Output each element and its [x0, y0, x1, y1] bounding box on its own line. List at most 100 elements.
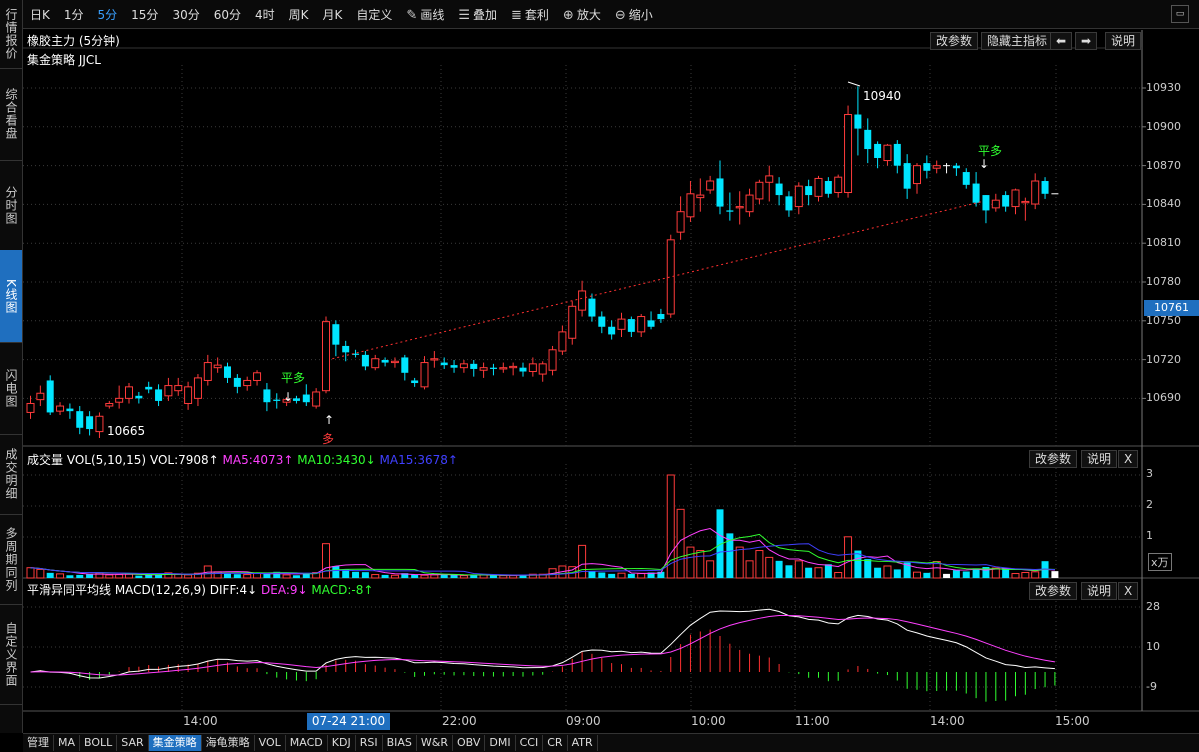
indicator-tab[interactable]: VOL: [255, 735, 286, 751]
candle-down: [775, 183, 783, 196]
indicator-tab[interactable]: RSI: [356, 735, 383, 751]
volume-bar: [794, 560, 803, 579]
indicator-tab[interactable]: BOLL: [80, 735, 118, 751]
indicator-tab[interactable]: CCI: [516, 735, 544, 751]
hide-main-indicator-button[interactable]: 隐藏主指标: [981, 32, 1054, 50]
macd-diff-line: [30, 608, 1055, 679]
candle-up: [686, 193, 695, 218]
macd-value: MACD:-8↑: [311, 583, 374, 597]
candle-up: [459, 363, 468, 369]
candle-down: [145, 386, 153, 390]
volume-tick: 2: [1146, 498, 1153, 511]
strategy-label: 集金策略 JJCL: [27, 53, 101, 67]
volume-bar: [46, 572, 54, 578]
candle-down: [923, 163, 931, 171]
candle-down: [76, 411, 84, 428]
flat-long-signal: 平多: [281, 371, 306, 385]
volume-bar: [95, 572, 104, 579]
candle-down: [86, 416, 94, 430]
main-params-button[interactable]: 改参数: [930, 32, 979, 50]
volume-bar: [282, 574, 291, 579]
volume-bar: [115, 574, 124, 579]
low-price-label: 10665: [107, 424, 146, 438]
time-tick: 10:00: [691, 714, 726, 728]
crosshair-time-label: 07-24 21:00: [307, 713, 390, 730]
volume-bar: [735, 546, 744, 579]
volume-bar: [608, 573, 616, 578]
indicator-tab[interactable]: OBV: [453, 735, 486, 751]
volume-bar: [135, 575, 143, 578]
indicator-tab[interactable]: 集金策略: [148, 735, 202, 751]
indicator-tab[interactable]: ATR: [568, 735, 598, 751]
indicator-tab[interactable]: 管理: [23, 735, 54, 751]
volume-bar: [352, 571, 360, 578]
volume-bar: [233, 574, 241, 578]
volume-bar: [105, 574, 114, 579]
candle-down: [332, 324, 340, 345]
volume-bar: [430, 574, 439, 579]
indicator-tab[interactable]: CR: [543, 735, 568, 751]
candle-up: [253, 372, 262, 381]
candle-down: [824, 181, 832, 194]
prev-indicator-icon[interactable]: ⬅: [1050, 32, 1073, 50]
volume-bar: [814, 567, 823, 579]
candle-down: [657, 313, 665, 320]
volume-bar: [913, 571, 921, 579]
indicator-tab[interactable]: SAR: [117, 735, 149, 751]
candle-up: [932, 165, 941, 169]
price-tick: 10900: [1146, 119, 1181, 133]
candle-down: [726, 210, 734, 212]
candle-up: [312, 391, 321, 407]
macd-dea: DEA:9↓: [261, 583, 308, 597]
next-indicator-icon[interactable]: ➡: [1075, 32, 1098, 50]
vol-close-button[interactable]: X: [1118, 450, 1139, 468]
candle-down: [46, 380, 54, 413]
vol-help-button[interactable]: 说明: [1081, 450, 1118, 468]
candle-down: [874, 143, 882, 158]
candle-down: [224, 366, 231, 378]
candle-down: [854, 114, 862, 129]
macd-close-button[interactable]: X: [1118, 582, 1139, 600]
candle-up: [509, 365, 518, 369]
main-help-button[interactable]: 说明: [1105, 32, 1142, 50]
volume-bar: [332, 565, 340, 578]
volume-bar: [361, 572, 369, 578]
indicator-tab[interactable]: MACD: [286, 735, 328, 751]
indicator-tab[interactable]: KDJ: [328, 735, 356, 751]
time-tick: 22:00: [442, 714, 477, 728]
candle-down: [401, 357, 409, 373]
candle-up: [193, 377, 202, 399]
macd-params-button[interactable]: 改参数: [1029, 582, 1078, 600]
indicator-tab[interactable]: W&R: [417, 735, 453, 751]
indicator-tab[interactable]: 海龟策略: [202, 735, 255, 751]
candle-up: [765, 175, 774, 183]
candle-down: [342, 345, 350, 353]
indicator-tab[interactable]: BIAS: [383, 735, 417, 751]
volume-bar: [76, 574, 84, 578]
kline-chart[interactable]: ↓ ↑ ↓: [0, 0, 1199, 751]
candle-down: [489, 367, 497, 369]
candle-down: [785, 196, 793, 211]
candle-up: [95, 415, 104, 433]
volume-bar: [588, 571, 596, 578]
candle-up: [1011, 189, 1020, 208]
time-tick: 15:00: [1055, 714, 1090, 728]
volume-bar: [637, 573, 646, 579]
volume-bar: [1031, 571, 1040, 579]
indicator-tab[interactable]: MA: [54, 735, 81, 751]
candle-up: [735, 206, 744, 209]
candle-down: [381, 360, 389, 363]
candle-down: [647, 320, 655, 327]
volume-bar: [765, 556, 774, 579]
volume-bar: [322, 543, 330, 579]
volume-bar: [755, 550, 764, 579]
volume-bar: [578, 544, 587, 579]
candle-down: [598, 316, 606, 327]
macd-help-button[interactable]: 说明: [1081, 582, 1118, 600]
candle-down: [470, 363, 478, 369]
volume-bar: [1051, 571, 1059, 578]
vol-params-button[interactable]: 改参数: [1029, 450, 1078, 468]
volume-tick: 1: [1146, 529, 1153, 542]
candle-down: [805, 186, 813, 196]
indicator-tab[interactable]: DMI: [485, 735, 516, 751]
